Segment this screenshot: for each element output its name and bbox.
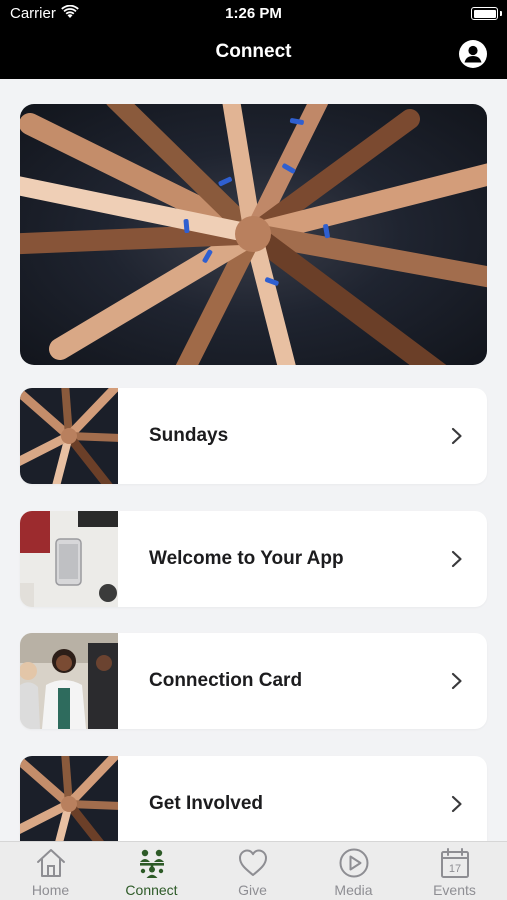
tab-bar: Home Connect Give Media 17 Events: [0, 841, 507, 900]
list-item-sundays[interactable]: Sundays: [20, 388, 487, 484]
tab-label: Give: [238, 882, 267, 898]
tab-give[interactable]: Give: [202, 842, 303, 900]
tab-label: Home: [31, 882, 70, 898]
svg-text:17: 17: [449, 863, 461, 875]
home-icon: [37, 849, 65, 877]
list-item-label: Sundays: [149, 425, 229, 446]
list-item-label: Connection Card: [149, 670, 303, 691]
tab-label: Connect: [125, 882, 178, 898]
tab-label: Media: [334, 882, 373, 898]
chevron-right-icon: [451, 427, 462, 445]
tab-home[interactable]: Home: [0, 842, 101, 900]
status-bar: Carrier 1:26 PM: [0, 0, 507, 28]
welcome-thumbnail: [20, 511, 118, 607]
chevron-right-icon: [451, 550, 462, 568]
connect-icon: [140, 849, 164, 878]
get-involved-thumbnail: [20, 756, 118, 841]
heart-icon: [239, 849, 267, 876]
list-item-label: Get Involved: [149, 793, 264, 814]
calendar-icon: 17: [441, 848, 469, 878]
list-item-welcome[interactable]: Welcome to Your App: [20, 511, 487, 607]
connection-card-thumbnail: [20, 633, 118, 729]
tab-media[interactable]: Media: [303, 842, 404, 900]
navigation-bar: Connect: [0, 28, 507, 79]
list-item-label: Welcome to Your App: [149, 548, 344, 569]
tab-events[interactable]: 17 Events: [404, 842, 505, 900]
chevron-right-icon: [451, 795, 462, 813]
status-time: 1:26 PM: [225, 5, 282, 22]
chevron-right-icon: [451, 672, 462, 690]
list-item-connection-card[interactable]: Connection Card: [20, 633, 487, 729]
content-scroll-area[interactable]: Sundays Welcome to Your App Connection C…: [0, 79, 507, 841]
list-item-get-involved[interactable]: Get Involved: [20, 756, 487, 841]
page-title: Connect: [215, 41, 292, 62]
sundays-thumbnail: [20, 388, 118, 484]
profile-icon[interactable]: [459, 40, 487, 68]
hero-image: [20, 104, 487, 365]
battery-icon: [471, 7, 502, 20]
play-icon: [339, 848, 369, 878]
tab-connect[interactable]: Connect: [101, 842, 202, 900]
tab-label: Events: [433, 882, 476, 898]
